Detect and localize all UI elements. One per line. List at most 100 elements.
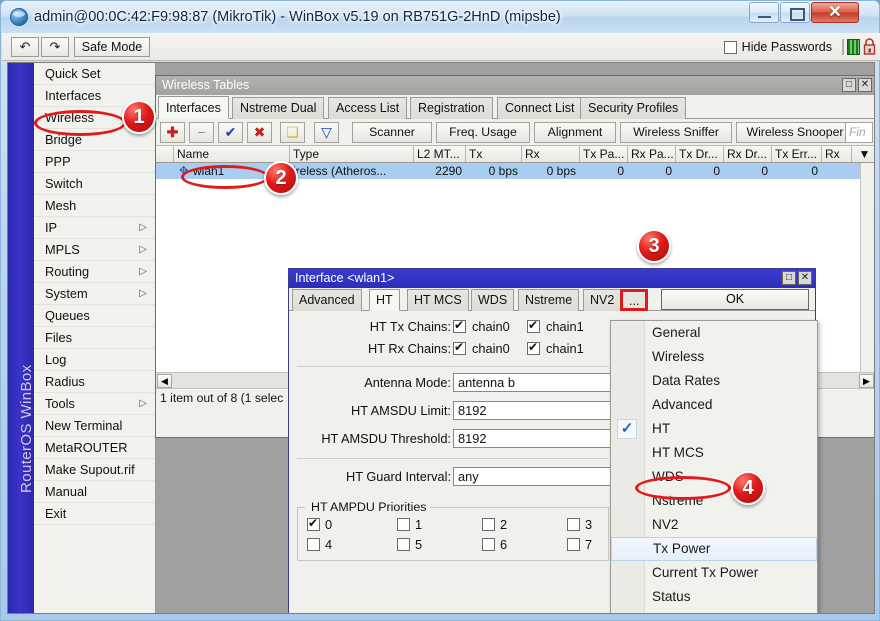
column-header-tx-drops[interactable]: Tx Dr... — [676, 146, 724, 162]
remove-icon[interactable]: − — [189, 122, 214, 143]
dropdown-item-advanced[interactable]: Advanced — [611, 393, 817, 417]
antenna-mode-input[interactable]: antenna b — [453, 373, 617, 392]
maximize-button[interactable] — [780, 2, 810, 23]
guard-interval-input[interactable]: any — [453, 467, 617, 486]
ampdu-priority-6[interactable]: 6 — [482, 537, 507, 553]
sidebar-item-quick-set[interactable]: Quick Set — [34, 63, 155, 85]
tx-chain1-checkbox[interactable] — [527, 320, 540, 333]
column-header-tx[interactable]: Tx — [466, 146, 522, 162]
find-input[interactable]: Fin — [845, 122, 873, 143]
dropdown-item-data-rates[interactable]: Data Rates — [611, 369, 817, 393]
sidebar-item-metarouter[interactable]: MetaROUTER — [34, 437, 155, 459]
close-button[interactable]: ✕ — [811, 2, 859, 23]
ampdu-priority-0[interactable]: 0 — [307, 517, 332, 533]
ampdu-priority-2[interactable]: 2 — [482, 517, 507, 533]
column-header-tx-errors[interactable]: Tx Err... — [772, 146, 822, 162]
tab-more-button[interactable]: ... — [620, 289, 648, 311]
column-header-rx[interactable]: Rx — [522, 146, 580, 162]
sidebar-item-queues[interactable]: Queues — [34, 305, 155, 327]
tab-advanced[interactable]: Advanced — [292, 289, 362, 311]
filter-icon[interactable]: ▽ — [314, 122, 339, 143]
enable-icon[interactable]: ✔ — [218, 122, 243, 143]
wireless-window-titlebar[interactable]: Wireless Tables □ ✕ — [156, 76, 875, 95]
tx-chain0-checkbox[interactable] — [453, 320, 466, 333]
sidebar-item-routing[interactable]: Routing ▷ — [34, 261, 155, 283]
safe-mode-button[interactable]: Safe Mode — [74, 37, 150, 57]
interface-restore-button[interactable]: □ — [782, 271, 796, 285]
dropdown-item-status[interactable]: Status — [611, 585, 817, 609]
table-vertical-scrollbar[interactable] — [860, 163, 875, 372]
amsdu-threshold-input[interactable]: 8192 — [453, 429, 617, 448]
tab-connect-list[interactable]: Connect List — [497, 97, 582, 119]
wireless-close-button[interactable]: ✕ — [858, 78, 872, 92]
dropdown-item-wds[interactable]: WDS — [611, 465, 817, 489]
interface-dialog-titlebar[interactable]: Interface <wlan1> □ ✕ — [289, 269, 815, 288]
interface-close-button[interactable]: ✕ — [798, 271, 812, 285]
ok-button[interactable]: OK — [661, 289, 809, 310]
sidebar-item-tools[interactable]: Tools ▷ — [34, 393, 155, 415]
disable-icon[interactable]: ✖ — [247, 122, 272, 143]
tab-nstreme-dual[interactable]: Nstreme Dual — [232, 97, 324, 119]
dropdown-item-traffic[interactable]: Traffic — [611, 609, 817, 614]
sidebar-item-mesh[interactable]: Mesh — [34, 195, 155, 217]
dropdown-item-nv2[interactable]: NV2 — [611, 513, 817, 537]
sidebar-item-manual[interactable]: Manual — [34, 481, 155, 503]
tab-ht-mcs[interactable]: HT MCS — [407, 289, 469, 311]
ampdu-priority-5[interactable]: 5 — [397, 537, 422, 553]
sidebar-item-switch[interactable]: Switch — [34, 173, 155, 195]
alignment-button[interactable]: Alignment — [534, 122, 616, 143]
tab-wds[interactable]: WDS — [471, 289, 514, 311]
ampdu-4-checkbox[interactable] — [307, 538, 320, 551]
column-header-tx-packets[interactable]: Tx Pa... — [580, 146, 628, 162]
redo-button[interactable]: ↷ — [41, 37, 69, 57]
tab-access-list[interactable]: Access List — [328, 97, 407, 119]
sidebar-item-exit[interactable]: Exit — [34, 503, 155, 525]
sidebar-item-ppp[interactable]: PPP — [34, 151, 155, 173]
tab-registration[interactable]: Registration — [410, 97, 493, 119]
column-header-rx-packets[interactable]: Rx Pa... — [628, 146, 676, 162]
sidebar-item-mpls[interactable]: MPLS ▷ — [34, 239, 155, 261]
scanner-button[interactable]: Scanner — [352, 122, 432, 143]
tab-security-profiles[interactable]: Security Profiles — [580, 97, 686, 119]
amsdu-limit-input[interactable]: 8192 — [453, 401, 617, 420]
dropdown-item-ht-mcs[interactable]: HT MCS — [611, 441, 817, 465]
dropdown-item-current-tx-power[interactable]: Current Tx Power — [611, 561, 817, 585]
scroll-left-icon[interactable]: ◀ — [157, 374, 172, 388]
rx-chain0-checkbox[interactable] — [453, 342, 466, 355]
hide-passwords-box[interactable] — [724, 41, 737, 54]
comment-icon[interactable]: ❑ — [280, 122, 305, 143]
hide-passwords-checkbox[interactable]: Hide Passwords — [724, 38, 832, 56]
sidebar-item-system[interactable]: System ▷ — [34, 283, 155, 305]
scroll-right-icon[interactable]: ▶ — [859, 374, 874, 388]
column-header-name[interactable]: Name — [174, 146, 290, 162]
freq-usage-button[interactable]: Freq. Usage — [436, 122, 530, 143]
column-header-rx-errors[interactable]: Rx — [822, 146, 852, 162]
column-header-type[interactable]: Type — [290, 146, 414, 162]
ampdu-7-checkbox[interactable] — [567, 538, 580, 551]
ampdu-priority-4[interactable]: 4 — [307, 537, 332, 553]
ampdu-0-checkbox[interactable] — [307, 518, 320, 531]
dropdown-item-general[interactable]: General — [611, 321, 817, 345]
ampdu-6-checkbox[interactable] — [482, 538, 495, 551]
tab-interfaces[interactable]: Interfaces — [158, 96, 229, 119]
tab-nv2[interactable]: NV2 — [583, 289, 621, 311]
wireless-restore-button[interactable]: □ — [842, 78, 856, 92]
sidebar-item-ip[interactable]: IP ▷ — [34, 217, 155, 239]
undo-button[interactable]: ↶ — [11, 37, 39, 57]
sidebar-item-log[interactable]: Log — [34, 349, 155, 371]
dropdown-item-nstreme[interactable]: Nstreme — [611, 489, 817, 513]
column-header-rx-drops[interactable]: Rx Dr... — [724, 146, 772, 162]
rx-chain1-checkbox[interactable] — [527, 342, 540, 355]
minimize-button[interactable] — [749, 2, 779, 23]
ampdu-priority-7[interactable]: 7 — [567, 537, 592, 553]
column-header-l2mtu[interactable]: L2 MT... — [414, 146, 466, 162]
column-chooser-icon[interactable]: ▼ — [852, 146, 875, 162]
ampdu-priority-1[interactable]: 1 — [397, 517, 422, 533]
sidebar-item-files[interactable]: Files — [34, 327, 155, 349]
ampdu-5-checkbox[interactable] — [397, 538, 410, 551]
tab-nstreme[interactable]: Nstreme — [518, 289, 579, 311]
dropdown-item-ht[interactable]: ✓ HT — [611, 417, 817, 441]
add-icon[interactable]: ✚ — [160, 122, 185, 143]
ampdu-2-checkbox[interactable] — [482, 518, 495, 531]
sidebar-item-radius[interactable]: Radius — [34, 371, 155, 393]
